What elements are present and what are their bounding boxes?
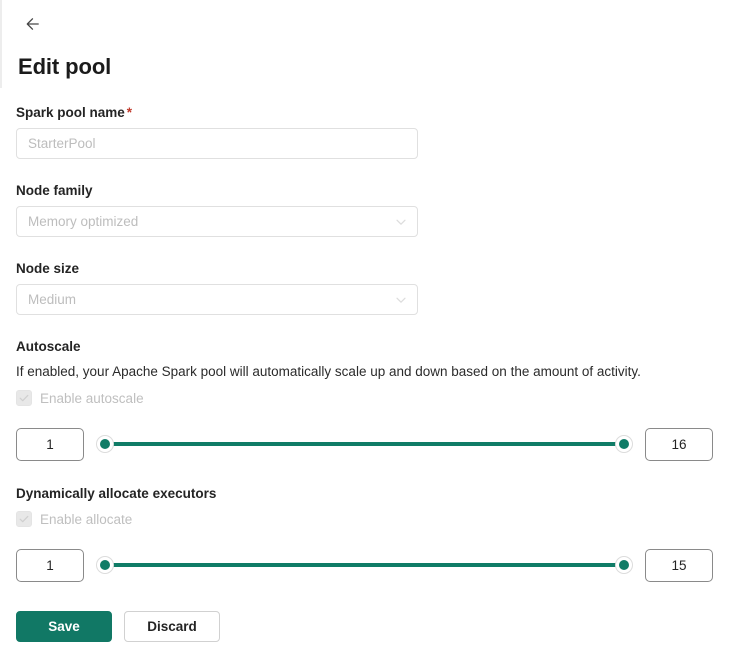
check-icon <box>18 513 30 525</box>
dynamic-allocation-range-slider[interactable] <box>96 552 633 578</box>
dynamic-allocation-slider-thumb-max[interactable] <box>615 556 633 574</box>
field-node-size: Node size Medium <box>16 259 713 315</box>
autoscale-slider-row: 1 16 <box>16 426 713 462</box>
enable-autoscale-checkbox[interactable] <box>16 390 32 406</box>
required-asterisk: * <box>127 105 132 120</box>
enable-allocate-checkbox[interactable] <box>16 511 32 527</box>
field-spark-pool-name: Spark pool name* StarterPool <box>16 103 713 159</box>
enable-autoscale-label: Enable autoscale <box>40 391 144 406</box>
edit-pool-page: Edit pool Spark pool name* StarterPool N… <box>0 0 729 642</box>
autoscale-slider-thumb-max[interactable] <box>615 435 633 453</box>
node-size-dropdown[interactable]: Medium <box>16 284 418 315</box>
discard-button[interactable]: Discard <box>124 611 220 642</box>
autoscale-description: If enabled, your Apache Spark pool will … <box>16 362 713 382</box>
autoscale-slider-thumb-min[interactable] <box>96 435 114 453</box>
back-row <box>16 0 713 40</box>
dynamic-allocation-min-input[interactable]: 1 <box>16 549 84 582</box>
action-button-row: Save Discard <box>16 611 713 642</box>
page-title: Edit pool <box>18 53 713 81</box>
field-node-family: Node family Memory optimized <box>16 181 713 237</box>
dynamic-allocation-slider-row: 1 15 <box>16 547 713 583</box>
enable-allocate-row[interactable]: Enable allocate <box>16 508 713 530</box>
chevron-down-icon <box>394 293 408 307</box>
enable-allocate-label: Enable allocate <box>40 512 132 527</box>
autoscale-range-slider[interactable] <box>96 431 633 457</box>
save-button[interactable]: Save <box>16 611 112 642</box>
autoscale-min-input[interactable]: 1 <box>16 428 84 461</box>
node-size-label: Node size <box>16 259 713 278</box>
node-size-value: Medium <box>28 292 76 307</box>
spark-pool-name-label-text: Spark pool name <box>16 105 125 120</box>
spark-pool-name-label: Spark pool name* <box>16 103 713 122</box>
section-dynamic-allocation: Dynamically allocate executors Enable al… <box>16 484 713 583</box>
back-button[interactable] <box>16 8 48 40</box>
section-autoscale: Autoscale If enabled, your Apache Spark … <box>16 337 713 462</box>
autoscale-heading: Autoscale <box>16 337 713 356</box>
arrow-left-icon <box>22 14 42 34</box>
autoscale-slider-track <box>104 442 625 446</box>
check-icon <box>18 392 30 404</box>
enable-autoscale-row[interactable]: Enable autoscale <box>16 387 713 409</box>
spark-pool-name-input[interactable]: StarterPool <box>16 128 418 159</box>
autoscale-max-input[interactable]: 16 <box>645 428 713 461</box>
chevron-down-icon <box>394 215 408 229</box>
node-family-label: Node family <box>16 181 713 200</box>
dynamic-allocation-max-input[interactable]: 15 <box>645 549 713 582</box>
node-family-value: Memory optimized <box>28 214 138 229</box>
dynamic-allocation-slider-thumb-min[interactable] <box>96 556 114 574</box>
spark-pool-name-placeholder: StarterPool <box>28 136 96 151</box>
dynamic-allocation-heading: Dynamically allocate executors <box>16 484 713 503</box>
node-family-dropdown[interactable]: Memory optimized <box>16 206 418 237</box>
dynamic-allocation-slider-track <box>104 563 625 567</box>
left-edge-rail <box>0 0 2 88</box>
